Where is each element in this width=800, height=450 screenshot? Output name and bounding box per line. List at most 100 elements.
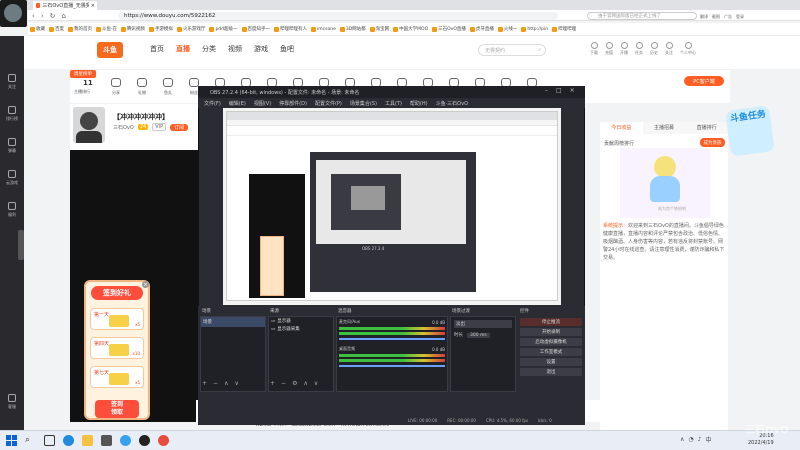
toolbar-screenshot[interactable]: 截图 xyxy=(712,14,720,20)
nav-yuba[interactable]: 鱼吧 xyxy=(280,44,294,54)
gear-icon[interactable]: ⚙ xyxy=(292,380,297,387)
network-icon[interactable]: ◔ xyxy=(688,436,693,443)
header-action-item[interactable]: 个人中心 xyxy=(680,42,696,56)
browser-tab[interactable]: 三石OvO直播_无畏契约 × xyxy=(33,1,97,10)
bookmark-item[interactable]: http://pin xyxy=(521,26,548,32)
obs-menu-item[interactable]: 视图(V) xyxy=(254,100,271,107)
up-icon[interactable]: ∧ xyxy=(303,380,307,387)
bookmark-item[interactable]: pdd超级一 xyxy=(209,26,238,32)
bookmark-item[interactable]: 虎牙直播 xyxy=(469,26,494,32)
exit-button[interactable]: 退出 xyxy=(520,368,582,376)
task-view-icon[interactable] xyxy=(44,435,55,446)
douyu-search-input[interactable]: 无畏契约 ⌕ xyxy=(478,44,546,56)
signin-button[interactable]: 签到 领取 xyxy=(95,400,139,418)
bookmark-item[interactable]: 百度知乎一 xyxy=(241,26,270,32)
ime-icon[interactable]: 中 xyxy=(706,435,712,444)
header-action-item[interactable]: 历史 xyxy=(650,42,658,56)
stop-streaming-button[interactable]: 停止推流 xyxy=(520,318,582,326)
virtual-camera-button[interactable]: 启动虚拟摄像机 xyxy=(520,338,582,346)
add-icon[interactable]: + xyxy=(202,380,207,387)
follow-button[interactable]: 订阅 xyxy=(170,123,189,131)
browser-search-input[interactable]: 由于官网国际版已经正式上线了 xyxy=(587,12,697,20)
down-icon[interactable]: ∨ xyxy=(314,380,318,387)
feature-item[interactable]: 礼物 xyxy=(130,77,154,96)
start-recording-button[interactable]: 开始录制 xyxy=(520,328,582,336)
obs-menu-item[interactable]: 编辑(E) xyxy=(229,100,246,107)
obs-menu-item[interactable]: 配置文件(P) xyxy=(315,100,342,107)
obs-menu-item[interactable]: 工具(T) xyxy=(385,100,402,107)
anchor-name[interactable]: 三石OvO xyxy=(113,124,134,131)
tab-live-rank[interactable]: 直播排行 xyxy=(685,122,728,134)
bookmark-item[interactable]: 淘宝网 xyxy=(369,26,389,32)
obs-menu-item[interactable]: 斗鱼·三石OvO xyxy=(436,100,468,107)
obs-icon[interactable] xyxy=(139,435,150,446)
search-icon[interactable]: ⌕ xyxy=(25,435,36,446)
remove-icon[interactable]: − xyxy=(281,380,286,387)
sidebar-collapse-handle[interactable] xyxy=(18,230,24,260)
sidebar-item-service[interactable]: 客服 xyxy=(0,386,24,418)
bookmark-item[interactable]: 哔哩哔哩有人 xyxy=(274,26,307,32)
sidebar-item-cloudgame[interactable]: 云游戏 xyxy=(0,162,24,194)
bookmark-item[interactable]: 哔哩哔哩 xyxy=(552,26,576,32)
bookmark-item[interactable]: 斗鱼·在 xyxy=(96,26,117,32)
obs-menu-item[interactable]: 文件(F) xyxy=(204,100,221,107)
edge-icon[interactable] xyxy=(63,435,74,446)
settings-button[interactable]: 设置 xyxy=(520,358,582,366)
nav-home[interactable]: 首页 xyxy=(150,44,164,54)
close-icon[interactable]: × xyxy=(142,281,149,288)
bookmark-item[interactable]: 火线一 xyxy=(497,26,517,32)
up-icon[interactable]: ∧ xyxy=(224,380,228,387)
source-item[interactable]: ▭ 显示器 xyxy=(269,317,333,325)
obs-menu-item[interactable]: 场景集合(S) xyxy=(350,100,377,107)
obs-menu-item[interactable]: 停靠部件(D) xyxy=(279,100,307,107)
transition-select[interactable]: 淡出 xyxy=(454,320,512,328)
bookmark-item[interactable]: 手游模拟 xyxy=(148,26,173,32)
feature-item[interactable]: 分享 xyxy=(104,77,128,96)
folder-icon[interactable] xyxy=(82,435,93,446)
rank-badge[interactable]: 周星榜单 xyxy=(70,70,96,78)
header-action-item[interactable]: 充值 xyxy=(605,42,613,56)
pc-client-button[interactable]: PC客户端 xyxy=(684,76,724,86)
bookmark-item[interactable]: 腾讯视频 xyxy=(120,26,145,32)
sidebar-item-danmu[interactable]: 弹幕 xyxy=(0,130,24,162)
obs-menu-item[interactable]: 帮助(H) xyxy=(410,100,428,107)
windows-start-icon[interactable] xyxy=(6,435,17,446)
nav-category[interactable]: 分类 xyxy=(202,44,216,54)
store-icon[interactable] xyxy=(101,435,112,446)
bookmark-item[interactable]: imcsone xyxy=(311,26,336,32)
maximize-icon[interactable]: □ xyxy=(556,87,562,94)
browser-icon[interactable] xyxy=(120,435,131,446)
url-field[interactable]: https://www.douyu.com/5922162 xyxy=(118,12,558,20)
source-item[interactable]: ▭ 显示器采集 xyxy=(269,325,333,333)
header-action-item[interactable]: 任务 xyxy=(635,42,643,56)
tab-recruit[interactable]: 主播招募 xyxy=(643,122,686,134)
down-icon[interactable]: ∨ xyxy=(234,380,238,387)
toolbar-login[interactable]: 登录 xyxy=(736,14,744,20)
header-action-item[interactable]: 开播 xyxy=(620,42,628,56)
sidebar-item-follow[interactable]: 关注 xyxy=(0,66,24,98)
search-icon[interactable]: ⌕ xyxy=(538,47,541,53)
forward-icon[interactable]: › xyxy=(41,12,44,20)
add-icon[interactable]: + xyxy=(270,380,275,387)
bookmark-item[interactable]: 3D网站都 xyxy=(339,26,366,32)
bookmark-item[interactable]: 三石OvO直播 xyxy=(432,26,466,32)
header-action-item[interactable]: 下载 xyxy=(590,42,598,56)
minimize-icon[interactable]: – xyxy=(545,87,548,94)
remove-icon[interactable]: − xyxy=(213,380,218,387)
volume-slider[interactable] xyxy=(339,365,445,367)
sidebar-item-rank[interactable]: 排行榜 xyxy=(0,98,24,130)
scene-item[interactable]: 场景 xyxy=(201,317,265,327)
bookmark-item[interactable]: 火乐游戏厅 xyxy=(176,26,205,32)
feature-item[interactable]: 鱼丸 xyxy=(156,77,180,96)
refresh-icon[interactable]: ↻ xyxy=(50,12,56,20)
app-icon[interactable] xyxy=(158,435,169,446)
browser-profile-avatar[interactable] xyxy=(0,0,27,27)
bookmark-item[interactable]: 百度 xyxy=(49,26,64,32)
nav-video[interactable]: 视频 xyxy=(228,44,242,54)
right-promo-banner[interactable]: 斗鱼任务 xyxy=(725,105,775,157)
studio-mode-button[interactable]: 工作室模式 xyxy=(520,348,582,356)
bookmark-item[interactable]: 中国大学MOO xyxy=(393,26,428,32)
chevron-up-icon[interactable]: ∧ xyxy=(680,436,684,443)
home-icon[interactable]: ⌂ xyxy=(62,12,66,20)
speaker-icon[interactable]: ♪ xyxy=(698,436,702,443)
